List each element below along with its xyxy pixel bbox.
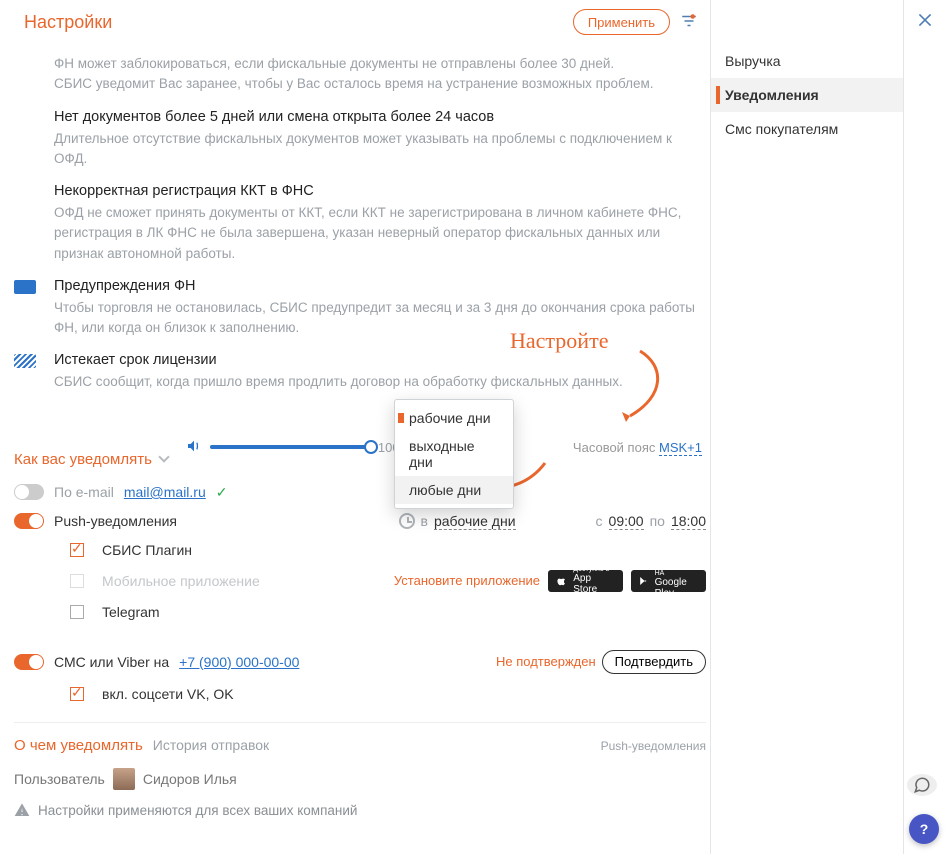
telegram-label: Telegram <box>102 604 160 620</box>
timezone-label: Часовой пояс <box>573 440 655 455</box>
sidebar-item-1[interactable]: Уведомления <box>711 78 903 112</box>
sms-toggle[interactable] <box>14 654 44 670</box>
googleplay-button[interactable]: ЗАГРУЗИТЕ НАGoogle Play <box>631 570 706 592</box>
section3-title: Предупреждения ФН <box>54 278 700 294</box>
telegram-checkbox[interactable] <box>70 605 84 619</box>
appstore-button[interactable]: Доступно вApp Store <box>548 570 623 592</box>
push-label: Push-уведомления <box>54 513 177 529</box>
days-option-work[interactable]: рабочие дни <box>395 404 513 432</box>
push-column-label: Push-уведомления <box>601 739 706 755</box>
clock-icon <box>399 513 415 529</box>
section2-title: Некорректная регистрация ККТ в ФНС <box>54 183 700 199</box>
confirm-button[interactable]: Подтвердить <box>602 650 706 674</box>
email-label: По e-mail <box>54 484 114 500</box>
days-option-weekend[interactable]: выходные дни <box>395 432 513 476</box>
check-icon: ✓ <box>216 484 228 501</box>
mobile-app-checkbox <box>70 574 84 588</box>
not-confirmed-label: Не подтвержден <box>496 654 596 669</box>
push-toggle[interactable] <box>14 513 44 529</box>
from-label: с <box>596 513 603 529</box>
section1-desc: Длительное отсутствие фискальных докумен… <box>54 129 700 170</box>
apply-button[interactable]: Применить <box>573 9 670 35</box>
sbis-plugin-checkbox[interactable] <box>70 543 84 557</box>
section4-desc: СБИС сообщит, когда пришло время продлит… <box>54 372 700 392</box>
history-link[interactable]: История отправок <box>153 737 269 753</box>
to-label: по <box>650 513 665 529</box>
user-label: Пользователь <box>14 771 105 787</box>
warning-block-icon <box>14 278 54 339</box>
timezone-value[interactable]: MSK+1 <box>659 440 702 456</box>
days-option-any[interactable]: любые дни <box>395 476 513 504</box>
email-value[interactable]: mail@mail.ru <box>124 484 206 500</box>
avatar[interactable] <box>113 768 135 790</box>
section0-desc2: СБИС уведомит Вас заранее, чтобы у Вас о… <box>54 74 700 94</box>
mobile-app-label: Мобильное приложение <box>102 573 260 589</box>
close-icon[interactable] <box>917 12 933 31</box>
section1-title: Нет документов более 5 дней или смена от… <box>54 109 700 125</box>
social-label: вкл. соцсети VK, OK <box>102 686 234 702</box>
days-dropdown[interactable]: рабочие дни выходные дни любые дни <box>394 399 514 509</box>
notify-how-title-text: Как вас уведомлять <box>14 451 152 468</box>
warning-icon <box>14 802 30 818</box>
notify-how-title[interactable]: Как вас уведомлять <box>14 451 168 468</box>
about-title[interactable]: О чем уведомлять <box>14 737 143 754</box>
help-button[interactable]: ? <box>909 814 939 844</box>
sbis-plugin-label: СБИС Плагин <box>102 542 192 558</box>
email-toggle[interactable] <box>14 484 44 500</box>
sidebar-item-2[interactable]: Смс покупателям <box>711 112 903 146</box>
warning-text: Настройки применяются для всех ваших ком… <box>38 803 357 818</box>
volume-icon[interactable] <box>186 438 202 457</box>
page-title: Настройки <box>22 12 573 33</box>
chat-icon[interactable] <box>907 774 937 796</box>
user-name[interactable]: Сидоров Илья <box>143 771 237 787</box>
section2-desc: ОФД не сможет принять документы от ККТ, … <box>54 203 700 264</box>
install-app-link[interactable]: Установите приложение <box>394 573 540 588</box>
license-block-icon <box>14 352 54 392</box>
section0-desc1: ФН может заблокироваться, если фискальны… <box>54 54 700 74</box>
section3-desc: Чтобы торговля не остановилась, СБИС пре… <box>54 298 700 339</box>
time-to[interactable]: 18:00 <box>671 513 706 530</box>
chevron-down-icon <box>158 451 169 462</box>
social-checkbox[interactable] <box>70 687 84 701</box>
days-prefix: в <box>421 513 428 529</box>
volume-slider[interactable] <box>210 445 370 449</box>
section4-title: Истекает срок лицензии <box>54 352 700 368</box>
time-from[interactable]: 09:00 <box>609 513 644 530</box>
sms-label: СМС или Viber на <box>54 654 169 670</box>
phone-value[interactable]: +7 (900) 000-00-00 <box>179 654 299 670</box>
days-select[interactable]: рабочие дни <box>434 513 516 530</box>
sidebar-item-0[interactable]: Выручка <box>711 44 903 78</box>
filter-icon[interactable] <box>680 12 698 33</box>
